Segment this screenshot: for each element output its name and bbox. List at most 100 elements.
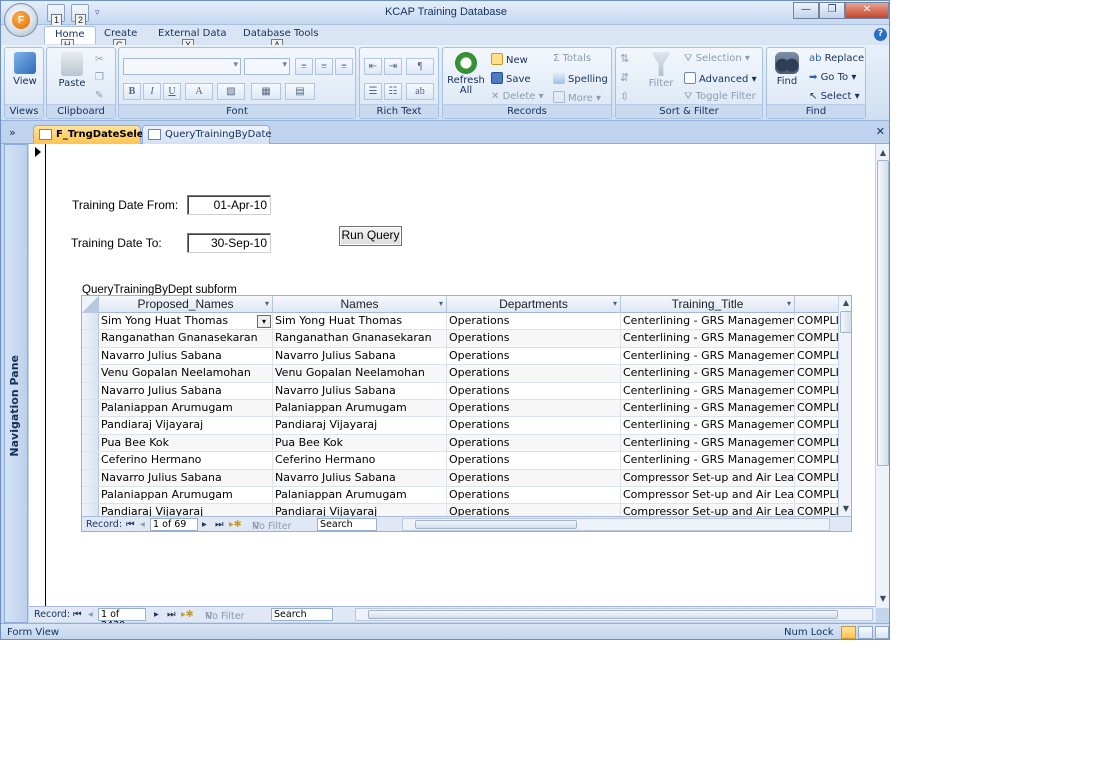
paragraph-direction-icon[interactable]: ¶ — [406, 58, 434, 75]
record-selector[interactable] — [29, 144, 46, 608]
table-cell[interactable]: Operations — [447, 417, 621, 434]
new-record-button[interactable]: New — [491, 53, 528, 66]
last-record-icon[interactable]: ⏭ — [167, 609, 176, 620]
subform-hscroll-thumb[interactable] — [415, 520, 577, 529]
table-cell[interactable]: Centerlining - GRS Management — [621, 400, 795, 417]
subform-vertical-scrollbar[interactable]: ▲ ▼ — [838, 296, 851, 516]
navigation-pane[interactable]: Navigation Pane — [4, 144, 28, 623]
tab-database-tools[interactable]: Database Tools — [243, 28, 319, 39]
more-button[interactable]: More ▾ — [553, 91, 601, 104]
combo-dropdown-icon[interactable]: ▾ — [257, 315, 271, 328]
table-cell[interactable]: Pandiaraj Vijayaraj — [273, 417, 447, 434]
date-from-input[interactable]: 01-Apr-10 — [187, 195, 271, 215]
next-record-icon[interactable]: ▸ — [154, 609, 159, 620]
spelling-button[interactable]: Spelling — [553, 72, 608, 85]
row-selector[interactable] — [82, 469, 99, 486]
doc-tab-f-trngdateselect[interactable]: F_TrngDateSelect — [33, 125, 154, 144]
form-vertical-scrollbar[interactable]: ▲ ▼ — [875, 144, 889, 608]
table-cell[interactable]: Ranganathan Gnanasekaran — [99, 330, 273, 347]
column-header-training-title[interactable]: Training_Title ▾ — [621, 296, 795, 313]
sort-descending-icon[interactable]: ⇵ — [620, 71, 629, 84]
replace-button[interactable]: ab Replace — [809, 53, 864, 64]
filter-button[interactable]: Filter — [642, 52, 680, 89]
column-dropdown-icon[interactable]: ▾ — [787, 296, 791, 312]
select-button[interactable]: ↖ Select ▾ — [809, 91, 860, 102]
align-center-icon[interactable]: ≡ — [315, 58, 333, 75]
totals-button[interactable]: Σ Totals — [553, 53, 591, 64]
goto-button[interactable]: ➡ Go To ▾ — [809, 72, 856, 83]
clear-sort-icon[interactable]: ⇳ — [620, 90, 629, 103]
row-selector[interactable] — [82, 382, 99, 399]
advanced-button[interactable]: Advanced ▾ — [684, 72, 757, 85]
form-vscroll-thumb[interactable] — [877, 160, 889, 466]
table-row[interactable]: Ranganathan Gnanasekaran Ranganathan Gnan… — [82, 330, 839, 348]
format-painter-icon[interactable]: ✎ — [95, 90, 103, 101]
close-document-icon[interactable]: ✕ — [876, 125, 885, 138]
table-cell[interactable]: Operations — [447, 504, 621, 516]
table-cell[interactable]: COMPLI — [795, 452, 839, 468]
table-row[interactable]: Ceferino Hermano Ceferino Hermano Operatio… — [82, 452, 839, 470]
alternate-fill-icon[interactable]: ▤ — [285, 83, 315, 100]
font-name-combo[interactable] — [123, 58, 241, 75]
table-cell[interactable]: Pandiaraj Vijayaraj — [99, 504, 273, 516]
subform-vscroll-thumb[interactable] — [840, 311, 851, 333]
table-cell[interactable]: Venu Gopalan Neelamohan — [273, 365, 447, 382]
column-header-t[interactable]: T — [795, 296, 839, 313]
table-cell[interactable]: Operations — [447, 313, 621, 330]
column-dropdown-icon[interactable]: ▾ — [613, 296, 617, 312]
table-cell[interactable]: Palaniappan Arumugam — [273, 487, 447, 504]
toggle-filter-button[interactable]: ⛛ Toggle Filter — [684, 91, 756, 102]
increase-indent-icon[interactable]: ⇥ — [384, 58, 402, 75]
table-row[interactable]: Palaniappan Arumugam Palaniappan Arumugam… — [82, 487, 839, 505]
gridlines-icon[interactable]: ▦ — [251, 83, 281, 100]
table-cell[interactable]: Centerlining - GRS Management — [621, 330, 795, 347]
previous-record-icon[interactable]: ◂ — [140, 519, 145, 530]
row-selector[interactable] — [82, 347, 99, 365]
numbering-icon[interactable]: ☷ — [384, 83, 402, 100]
table-cell[interactable]: Centerlining - GRS Management — [621, 365, 795, 382]
align-right-icon[interactable]: ≡ — [335, 58, 353, 75]
table-cell[interactable]: Operations — [447, 434, 621, 452]
table-cell[interactable]: Centerlining - GRS Management — [621, 417, 795, 434]
table-cell[interactable]: Navarro Julius Sabana — [273, 382, 447, 399]
record-position-input[interactable]: 1 of 69 — [150, 518, 198, 531]
date-to-input[interactable]: 30-Sep-10 — [187, 233, 271, 253]
table-cell[interactable]: Sim Yong Huat Thomas ▾ — [99, 313, 273, 330]
copy-icon[interactable]: ❐ — [95, 72, 104, 83]
table-cell[interactable]: COMPLI — [795, 383, 839, 399]
sort-ascending-icon[interactable]: ⇅ — [620, 52, 629, 65]
table-cell[interactable]: Palaniappan Arumugam — [99, 487, 273, 504]
table-cell[interactable]: Pandiaraj Vijayaraj — [99, 417, 273, 434]
table-cell[interactable]: COMPLI — [795, 417, 839, 433]
bold-button[interactable]: B — [123, 83, 141, 100]
table-cell[interactable]: Navarro Julius Sabana — [99, 469, 273, 486]
table-cell[interactable]: Ranganathan Gnanasekaran — [273, 330, 447, 347]
column-header-departments[interactable]: Departments ▾ — [447, 296, 621, 313]
highlight-icon[interactable]: ab — [406, 83, 434, 100]
table-row[interactable]: Navarro Julius Sabana Navarro Julius Saba… — [82, 469, 839, 487]
table-cell[interactable]: Operations — [447, 330, 621, 347]
column-dropdown-icon[interactable]: ▾ — [439, 296, 443, 312]
bullets-icon[interactable]: ☰ — [364, 83, 382, 100]
table-cell[interactable]: Operations — [447, 365, 621, 382]
table-cell[interactable]: Operations — [447, 469, 621, 486]
table-cell[interactable]: COMPLI — [795, 365, 839, 381]
design-view-icon[interactable] — [875, 626, 889, 639]
table-cell[interactable]: Venu Gopalan Neelamohan — [99, 365, 273, 382]
table-row[interactable]: Pua Bee Kok Pua Bee Kok Operations Centerli… — [82, 434, 839, 453]
column-header-proposed-names[interactable]: Proposed_Names ▾ — [99, 296, 273, 313]
table-cell[interactable]: Centerlining - GRS Management — [621, 382, 795, 399]
table-cell[interactable]: Operations — [447, 400, 621, 417]
font-size-combo[interactable] — [244, 58, 290, 75]
table-cell[interactable]: Operations — [447, 452, 621, 469]
table-cell[interactable]: Operations — [447, 347, 621, 365]
help-icon[interactable]: ? — [874, 28, 887, 41]
scroll-down-icon[interactable]: ▼ — [839, 502, 851, 516]
scroll-up-icon[interactable]: ▲ — [839, 296, 851, 310]
row-selector[interactable] — [82, 330, 99, 347]
table-cell[interactable]: Operations — [447, 382, 621, 399]
first-record-icon[interactable]: ⏮ — [73, 609, 82, 620]
table-row[interactable]: Venu Gopalan Neelamohan Venu Gopalan Neel… — [82, 365, 839, 383]
fill-color-icon[interactable]: ▧ — [217, 83, 245, 100]
row-selector[interactable] — [82, 400, 99, 417]
